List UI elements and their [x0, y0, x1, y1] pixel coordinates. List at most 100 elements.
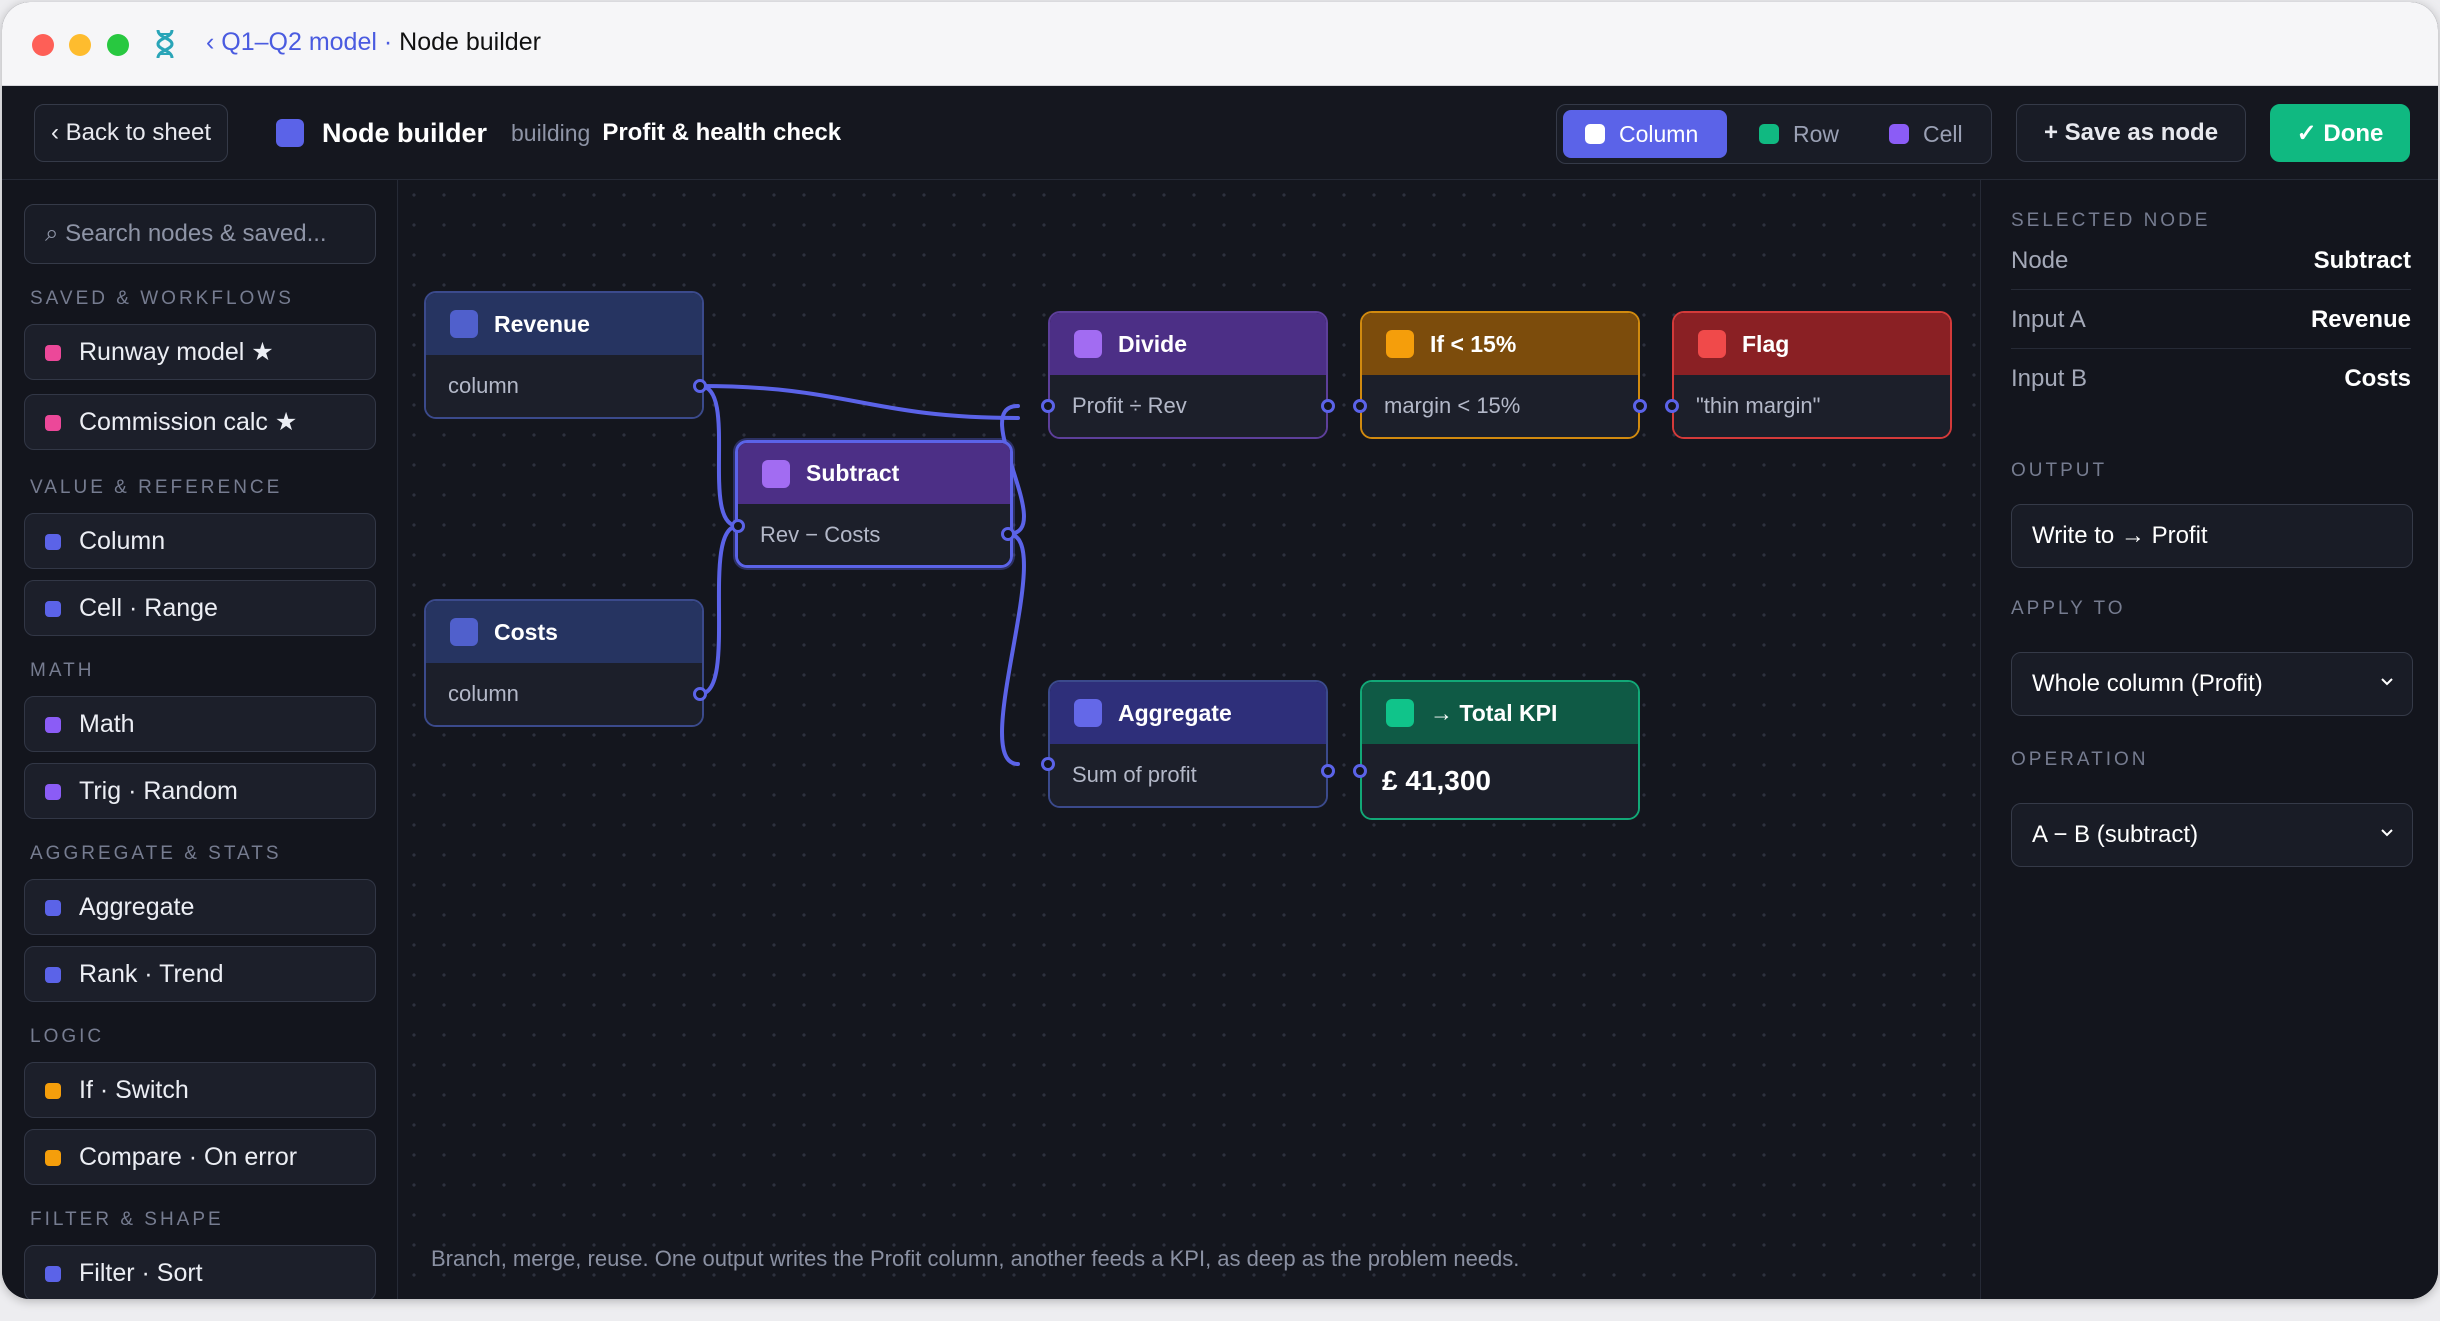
port-divide-out[interactable] — [1321, 399, 1335, 413]
port-revenue-out[interactable] — [693, 379, 707, 393]
node-costs[interactable]: Costs column — [424, 599, 704, 727]
chevron-down-icon — [2381, 829, 2393, 837]
edge-subtract-aggregate — [1000, 532, 1026, 766]
node-total-kpi[interactable]: → Total KPI £ 41,300 — [1360, 680, 1640, 820]
port-aggregate-out[interactable] — [1321, 764, 1335, 778]
apply-to-select[interactable]: Whole column (Profit) — [2011, 652, 2413, 716]
building-name: Profit & health check — [602, 119, 842, 146]
inspector-row-input-b: Input B Costs — [2011, 350, 2411, 408]
filter-dot-icon — [45, 1266, 61, 1282]
node-title: Revenue — [494, 310, 590, 337]
row-key: Input A — [2011, 305, 2086, 333]
save-as-node-button[interactable]: + Save as node — [2016, 104, 2246, 162]
port-subtract-out[interactable] — [1001, 527, 1015, 541]
node-title: If < 15% — [1430, 330, 1517, 357]
node-if[interactable]: If < 15% margin < 15% — [1360, 311, 1640, 439]
node-body: margin < 15% — [1362, 375, 1638, 437]
port-flag-in[interactable] — [1665, 399, 1679, 413]
breadcrumb-separator: · — [383, 28, 393, 56]
section-title: SAVED & WORKFLOWS — [30, 288, 294, 309]
page-title-text: Node builder — [322, 117, 488, 148]
node-title: Flag — [1742, 330, 1790, 357]
building-prefix: building — [511, 119, 591, 146]
operation-heading: OPERATION — [2011, 749, 2149, 770]
sidebar-item-rank-trend[interactable]: Rank · Trend — [24, 946, 376, 1002]
node-header: Revenue — [426, 293, 702, 355]
row-value: Subtract — [2313, 246, 2411, 274]
search-input[interactable]: ⌕ Search nodes & saved... — [24, 204, 376, 264]
sidebar-item-label: Aggregate — [79, 892, 195, 921]
logic-dot-icon — [45, 1083, 61, 1099]
operation-select[interactable]: A − B (subtract) — [2011, 803, 2413, 867]
node-divide[interactable]: Divide Profit ÷ Rev — [1048, 311, 1328, 439]
sidebar-item-runway-model[interactable]: Runway model ★ — [24, 324, 376, 380]
port-aggregate-in[interactable] — [1041, 757, 1055, 771]
node-builder-icon — [276, 119, 304, 147]
sidebar-item-cell-range[interactable]: Cell · Range — [24, 580, 376, 636]
node-flag[interactable]: Flag "thin margin" — [1672, 311, 1952, 439]
math-node-icon — [1074, 330, 1102, 358]
port-divide-in[interactable] — [1041, 399, 1055, 413]
value-node-icon — [450, 310, 478, 338]
math-node-icon — [762, 459, 790, 488]
mode-cell-tab[interactable]: Cell — [1867, 110, 1987, 158]
node-aggregate[interactable]: Aggregate Sum of profit — [1048, 680, 1328, 808]
node-title: Costs — [494, 618, 558, 645]
sidebar-item-math[interactable]: Math — [24, 696, 376, 752]
port-if-out[interactable] — [1633, 399, 1647, 413]
mode-row-tab[interactable]: Row — [1737, 110, 1857, 158]
node-title: Subtract — [806, 460, 900, 486]
sidebar-item-trig-random[interactable]: Trig · Random — [24, 763, 376, 819]
node-subtract[interactable]: Subtract Rev − Costs — [735, 440, 1013, 568]
breadcrumb: ‹ Q1–Q2 model · Node builder — [206, 28, 541, 57]
node-revenue[interactable]: Revenue column — [424, 291, 704, 419]
sidebar-item-aggregate[interactable]: Aggregate — [24, 879, 376, 935]
aggregate-dot-icon — [45, 900, 61, 916]
sidebar-item-label: Compare · On error — [79, 1142, 298, 1171]
sidebar-item-label: Commission calc ★ — [79, 408, 298, 436]
saved-dot-icon — [45, 345, 61, 361]
toolbar: ‹ Back to sheet Node builder building Pr… — [2, 86, 2438, 180]
breadcrumb-link-model[interactable]: ‹ Q1–Q2 model — [206, 28, 377, 56]
edge-costs-subtract — [698, 524, 740, 696]
inspector-row-input-a: Input A Revenue — [2011, 291, 2411, 349]
mode-segmented-control: Column Row Cell — [1556, 104, 1992, 164]
node-library-sidebar: ⌕ Search nodes & saved... SAVED & WORKFL… — [2, 180, 398, 1299]
done-button[interactable]: ✓ Done — [2270, 104, 2410, 162]
port-if-in[interactable] — [1353, 399, 1367, 413]
sidebar-item-column[interactable]: Column — [24, 513, 376, 569]
node-header: Flag — [1674, 313, 1950, 375]
sidebar-item-label: Rank · Trend — [79, 959, 224, 988]
maximize-window-button[interactable] — [107, 34, 129, 56]
apply-to-value: Whole column (Profit) — [2032, 670, 2263, 697]
sidebar-item-label: Trig · Random — [79, 776, 238, 805]
sidebar-item-label: Column — [79, 526, 166, 555]
port-costs-out[interactable] — [693, 687, 707, 701]
logic-dot-icon — [45, 1150, 61, 1166]
sidebar-item-commission-calc[interactable]: Commission calc ★ — [24, 394, 376, 450]
sidebar-item-if-switch[interactable]: If · Switch — [24, 1062, 376, 1118]
inspector-row-node: Node Subtract — [2011, 232, 2411, 290]
output-field[interactable]: Write to → Profit — [2011, 504, 2413, 568]
node-body: Rev − Costs — [738, 504, 1010, 565]
sidebar-item-compare-on-error[interactable]: Compare · On error — [24, 1129, 376, 1185]
edge-revenue-subtract — [698, 384, 740, 528]
node-header: → Total KPI — [1362, 682, 1638, 744]
sidebar-item-label: Cell · Range — [79, 593, 218, 622]
apply-to-heading: APPLY TO — [2011, 598, 2126, 619]
minimize-window-button[interactable] — [69, 34, 91, 56]
close-window-button[interactable] — [32, 34, 54, 56]
port-kpi-in[interactable] — [1353, 764, 1367, 778]
node-body: column — [426, 663, 702, 725]
row-value: Costs — [2344, 365, 2411, 392]
page-title: Node builder building Profit & health ch… — [276, 116, 841, 150]
port-subtract-in[interactable] — [731, 519, 745, 533]
mode-column-tab[interactable]: Column — [1563, 110, 1727, 158]
node-canvas[interactable]: Revenue column Costs column Subtract Rev… — [399, 180, 1980, 1299]
output-heading: OUTPUT — [2011, 460, 2108, 481]
flag-node-icon — [1698, 330, 1726, 358]
sidebar-item-filter-sort[interactable]: Filter · Sort — [24, 1245, 376, 1299]
node-title: Aggregate — [1118, 699, 1232, 726]
back-to-sheet-button[interactable]: ‹ Back to sheet — [34, 104, 228, 162]
node-title: Divide — [1118, 330, 1188, 357]
